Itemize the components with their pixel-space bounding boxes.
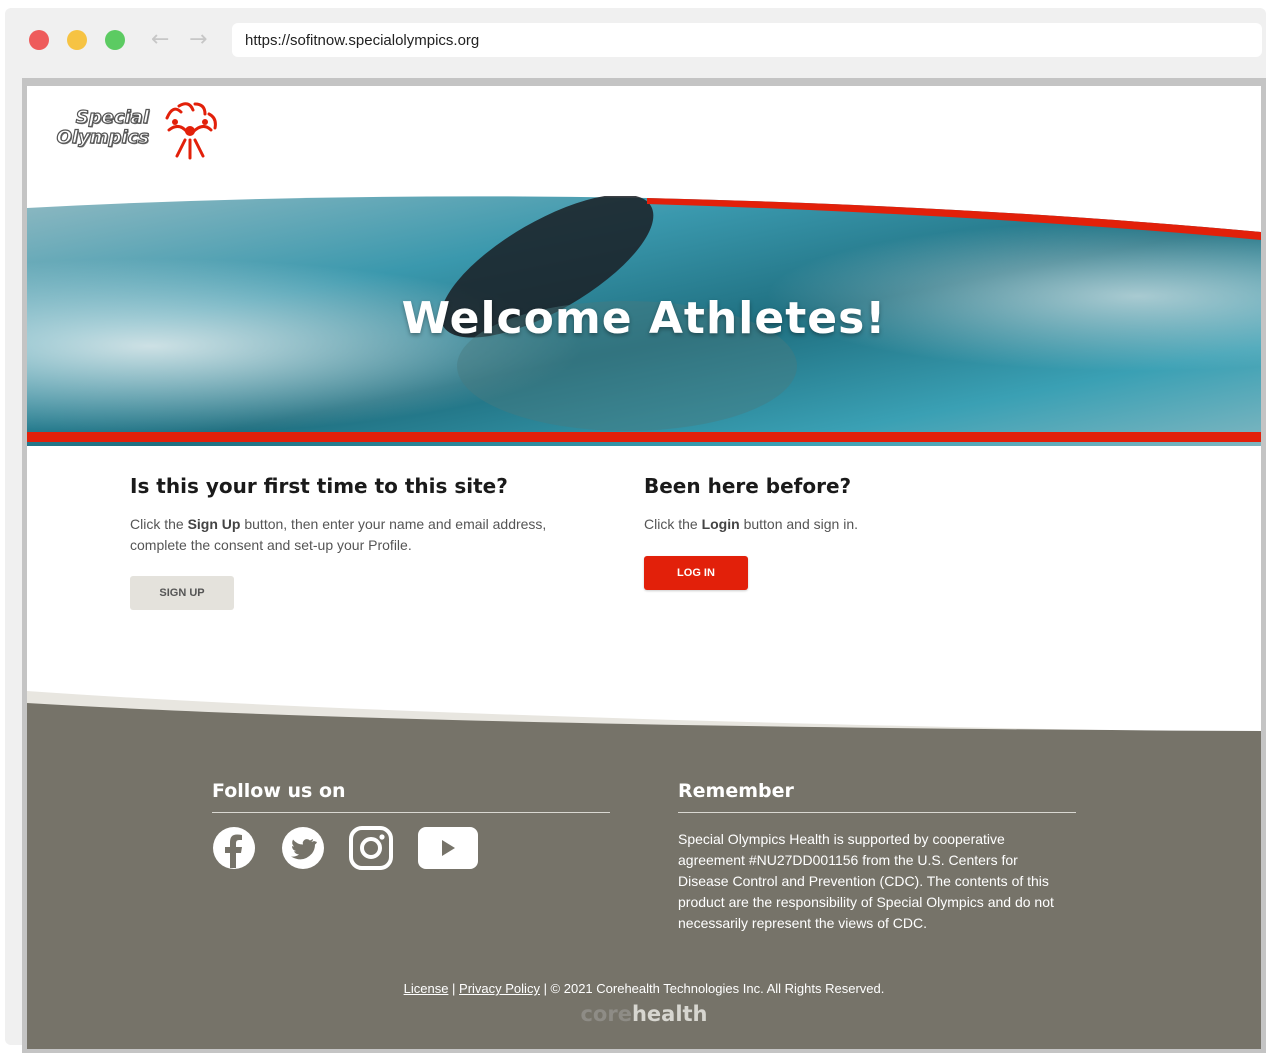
browser-window: ← → https://sofitnow.specialolympics.org… — [5, 8, 1266, 1053]
browser-titlebar: ← → https://sofitnow.specialolympics.org — [5, 8, 1266, 70]
corehealth-logo: corehealth — [27, 1002, 1261, 1026]
login-text-bold: Login — [701, 516, 740, 532]
browser-viewport: Special Olympics Welcome Athletes! Is th… — [22, 78, 1266, 1053]
remember-title: Remember — [678, 780, 794, 802]
back-arrow-icon[interactable]: ← — [151, 28, 169, 52]
instagram-icon[interactable] — [349, 826, 393, 870]
logo-line-1: Special — [75, 107, 149, 128]
maximize-window-button[interactable] — [105, 30, 125, 50]
login-heading: Been here before? — [644, 474, 852, 498]
legal-separator: | — [448, 981, 460, 996]
login-text-pre: Click the — [644, 516, 702, 532]
signup-heading: Is this your first time to this site? — [130, 474, 508, 498]
minimize-window-button[interactable] — [67, 30, 87, 50]
forward-arrow-icon[interactable]: → — [189, 28, 207, 52]
log-in-button[interactable]: LOG IN — [644, 556, 748, 590]
web-page: Special Olympics Welcome Athletes! Is th… — [27, 86, 1261, 1049]
close-window-button[interactable] — [29, 30, 49, 50]
login-instructions: Click the Login button and sign in. — [644, 514, 1104, 535]
login-text-post: button and sign in. — [739, 516, 858, 532]
remember-text: Special Olympics Health is supported by … — [678, 831, 1054, 931]
signup-instructions: Click the Sign Up button, then enter you… — [130, 514, 590, 556]
brand-core: core — [580, 1002, 632, 1026]
signup-text-bold: Sign Up — [187, 516, 241, 532]
special-olympics-logo-text[interactable]: Special Olympics — [47, 107, 150, 148]
remember-divider — [678, 812, 1076, 813]
address-bar[interactable]: https://sofitnow.specialolympics.org — [232, 23, 1262, 57]
brand-health: health — [631, 1002, 708, 1026]
signup-text-pre: Click the — [130, 516, 188, 532]
legal-bar: License | Privacy Policy | © 2021 Corehe… — [27, 981, 1261, 996]
sign-up-button[interactable]: SIGN UP — [130, 576, 234, 610]
license-link[interactable]: License — [404, 981, 449, 996]
follow-divider — [212, 812, 610, 813]
special-olympics-emblem-icon[interactable] — [157, 96, 223, 162]
login-section: Been here before? Click the Login button… — [644, 474, 1104, 535]
youtube-icon[interactable] — [417, 826, 479, 870]
privacy-policy-link[interactable]: Privacy Policy — [459, 981, 540, 996]
copyright-text: | © 2021 Corehealth Technologies Inc. Al… — [539, 981, 885, 996]
address-bar-url: https://sofitnow.specialolympics.org — [245, 32, 480, 49]
signup-section: Is this your first time to this site? Cl… — [130, 474, 590, 556]
facebook-icon[interactable] — [212, 826, 256, 870]
follow-us-title: Follow us on — [212, 780, 346, 802]
hero-title: Welcome Athletes! — [401, 293, 887, 344]
logo-line-2: Olympics — [56, 127, 150, 148]
twitter-icon[interactable] — [281, 826, 325, 870]
